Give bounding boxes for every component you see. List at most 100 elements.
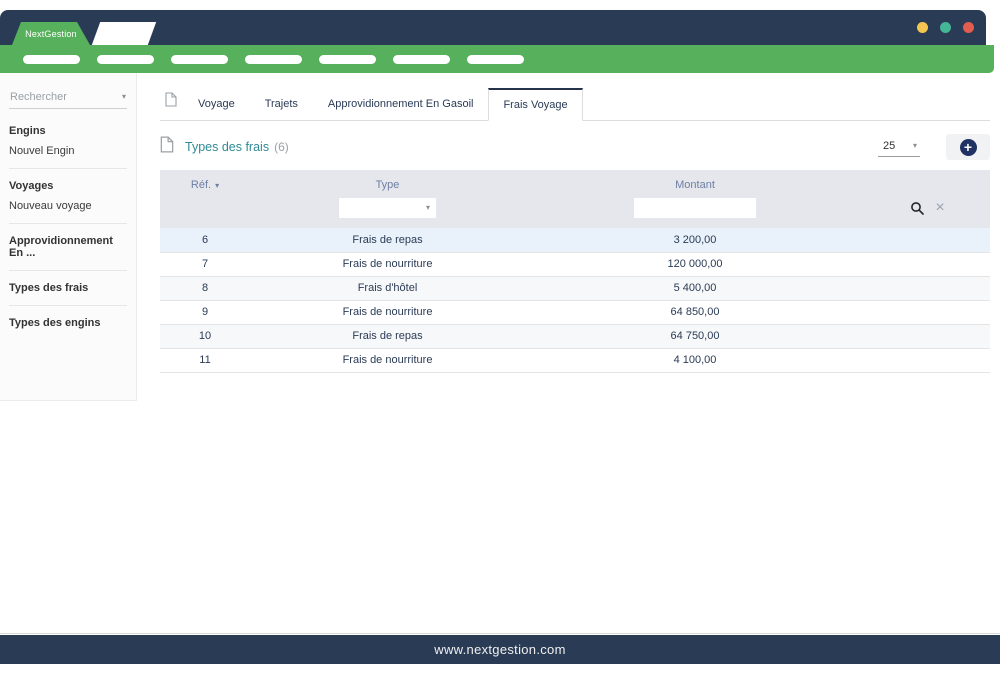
sidebar-item-engins[interactable]: Engins (0, 121, 136, 141)
cell-ref: 11 (160, 348, 250, 372)
column-header-ref[interactable]: Réf. ▾ (160, 170, 250, 196)
menu-pill[interactable] (245, 55, 302, 64)
panel-title: Types des frais (185, 140, 269, 154)
cell-actions (865, 228, 990, 252)
cell-ref: 8 (160, 276, 250, 300)
menu-pill[interactable] (467, 55, 524, 64)
tab-approvidionnement-en-gasoil[interactable]: Approvidionnement En Gasoil (313, 88, 489, 121)
cell-ref: 10 (160, 324, 250, 348)
menu-pill[interactable] (23, 55, 80, 64)
window-button-close[interactable] (963, 22, 974, 33)
sidebar-item-types-des-engins[interactable]: Types des engins (0, 313, 136, 333)
panel-header: Types des frais (6) 25 ▾ + (160, 134, 990, 160)
column-header-montant: Montant (525, 170, 865, 196)
cell-montant: 120 000,00 (525, 252, 865, 276)
sidebar-item-nouveau-voyage[interactable]: Nouveau voyage (0, 196, 136, 216)
sidebar-divider (9, 168, 127, 169)
window-button-minimize[interactable] (917, 22, 928, 33)
filter-cell-actions: × (865, 196, 990, 228)
document-icon (160, 136, 174, 158)
tab-trajets[interactable]: Trajets (250, 88, 313, 121)
cell-montant: 4 100,00 (525, 348, 865, 372)
menu-pill[interactable] (319, 55, 376, 64)
cell-type: Frais de nourriture (250, 252, 525, 276)
plus-icon: + (960, 139, 977, 156)
types-des-frais-table: Réf. ▾ Type Montant ▾ (160, 170, 990, 373)
cell-actions (865, 252, 990, 276)
filter-row: ▾ × (160, 196, 990, 228)
column-label: Réf. (191, 179, 211, 191)
table-row[interactable]: 8Frais d'hôtel5 400,00 (160, 276, 990, 300)
tab-voyage[interactable]: Voyage (183, 88, 250, 121)
table-row[interactable]: 7Frais de nourriture120 000,00 (160, 252, 990, 276)
cell-montant: 5 400,00 (525, 276, 865, 300)
sort-desc-icon: ▾ (215, 181, 219, 190)
document-icon (160, 92, 183, 120)
search-button[interactable] (910, 201, 924, 215)
table-row[interactable]: 10Frais de repas64 750,00 (160, 324, 990, 348)
tab-frais-voyage[interactable]: Frais Voyage (488, 88, 582, 121)
footer: www.nextgestion.com (0, 635, 1000, 664)
clear-filter-button[interactable]: × (935, 200, 944, 216)
cell-montant: 3 200,00 (525, 228, 865, 252)
column-label: Montant (675, 179, 715, 191)
sidebar-item-types-des-frais[interactable]: Types des frais (0, 278, 136, 298)
cell-type: Frais de repas (250, 324, 525, 348)
column-header-type: Type (250, 170, 525, 196)
cell-actions (865, 276, 990, 300)
menu-pill[interactable] (171, 55, 228, 64)
panel-actions: 25 ▾ + (878, 134, 990, 160)
column-label: Type (376, 179, 400, 191)
add-button[interactable]: + (946, 134, 990, 160)
cell-type: Frais d'hôtel (250, 276, 525, 300)
menu-pill[interactable] (97, 55, 154, 64)
table-row[interactable]: 6Frais de repas3 200,00 (160, 228, 990, 252)
montant-filter-input[interactable] (634, 198, 756, 218)
sidebar: Rechercher ▾ EnginsNouvel Engin VoyagesNo… (0, 73, 137, 401)
cell-ref: 9 (160, 300, 250, 324)
sidebar-item-nouvel-engin[interactable]: Nouvel Engin (0, 141, 136, 161)
type-filter-select[interactable]: ▾ (339, 198, 436, 218)
search-icon (910, 201, 924, 215)
column-header-actions (865, 170, 990, 196)
chevron-down-icon: ▾ (122, 93, 126, 101)
footer-url[interactable]: www.nextgestion.com (434, 642, 565, 657)
app-window: NextGestion Rechercher ▾ EnginsNouvel En… (0, 0, 1000, 679)
cell-actions (865, 300, 990, 324)
cell-montant: 64 750,00 (525, 324, 865, 348)
sidebar-divider (9, 270, 127, 271)
chevron-down-icon: ▾ (913, 142, 917, 150)
footer-divider (0, 633, 1000, 634)
sidebar-nav: EnginsNouvel Engin VoyagesNouveau voyage A… (0, 121, 136, 333)
cell-type: Frais de repas (250, 228, 525, 252)
table-row[interactable]: 9Frais de nourriture64 850,00 (160, 300, 990, 324)
page-size-select[interactable]: 25 ▾ (878, 138, 920, 157)
cell-actions (865, 348, 990, 372)
filter-cell-montant (525, 196, 865, 228)
close-icon: × (935, 200, 944, 216)
window-button-maximize[interactable] (940, 22, 951, 33)
sidebar-search-select[interactable]: Rechercher ▾ (9, 88, 127, 109)
brand-logo-text: NextGestion (25, 29, 77, 39)
main-content: VoyageTrajetsApprovidionnement En Gasoil… (137, 73, 1000, 373)
sidebar-divider (9, 305, 127, 306)
sidebar-divider (9, 223, 127, 224)
chevron-down-icon: ▾ (426, 204, 430, 212)
cell-type: Frais de nourriture (250, 300, 525, 324)
window-titlebar: NextGestion (0, 10, 986, 45)
cell-ref: 7 (160, 252, 250, 276)
menu-pill[interactable] (393, 55, 450, 64)
brand-tab: NextGestion (12, 22, 90, 45)
record-count: (6) (274, 140, 289, 154)
brand-decoration (92, 22, 156, 45)
table-row[interactable]: 11Frais de nourriture4 100,00 (160, 348, 990, 372)
cell-ref: 6 (160, 228, 250, 252)
cell-type: Frais de nourriture (250, 348, 525, 372)
cell-actions (865, 324, 990, 348)
filter-cell-type: ▾ (250, 196, 525, 228)
menu-bar (0, 45, 994, 73)
table-body: 6Frais de repas3 200,007Frais de nourrit… (160, 228, 990, 372)
sidebar-item-voyages[interactable]: Voyages (0, 176, 136, 196)
tab-list: VoyageTrajetsApprovidionnement En Gasoil… (183, 88, 583, 120)
sidebar-item-approvidionnement-en[interactable]: Approvidionnement En ... (0, 231, 136, 263)
